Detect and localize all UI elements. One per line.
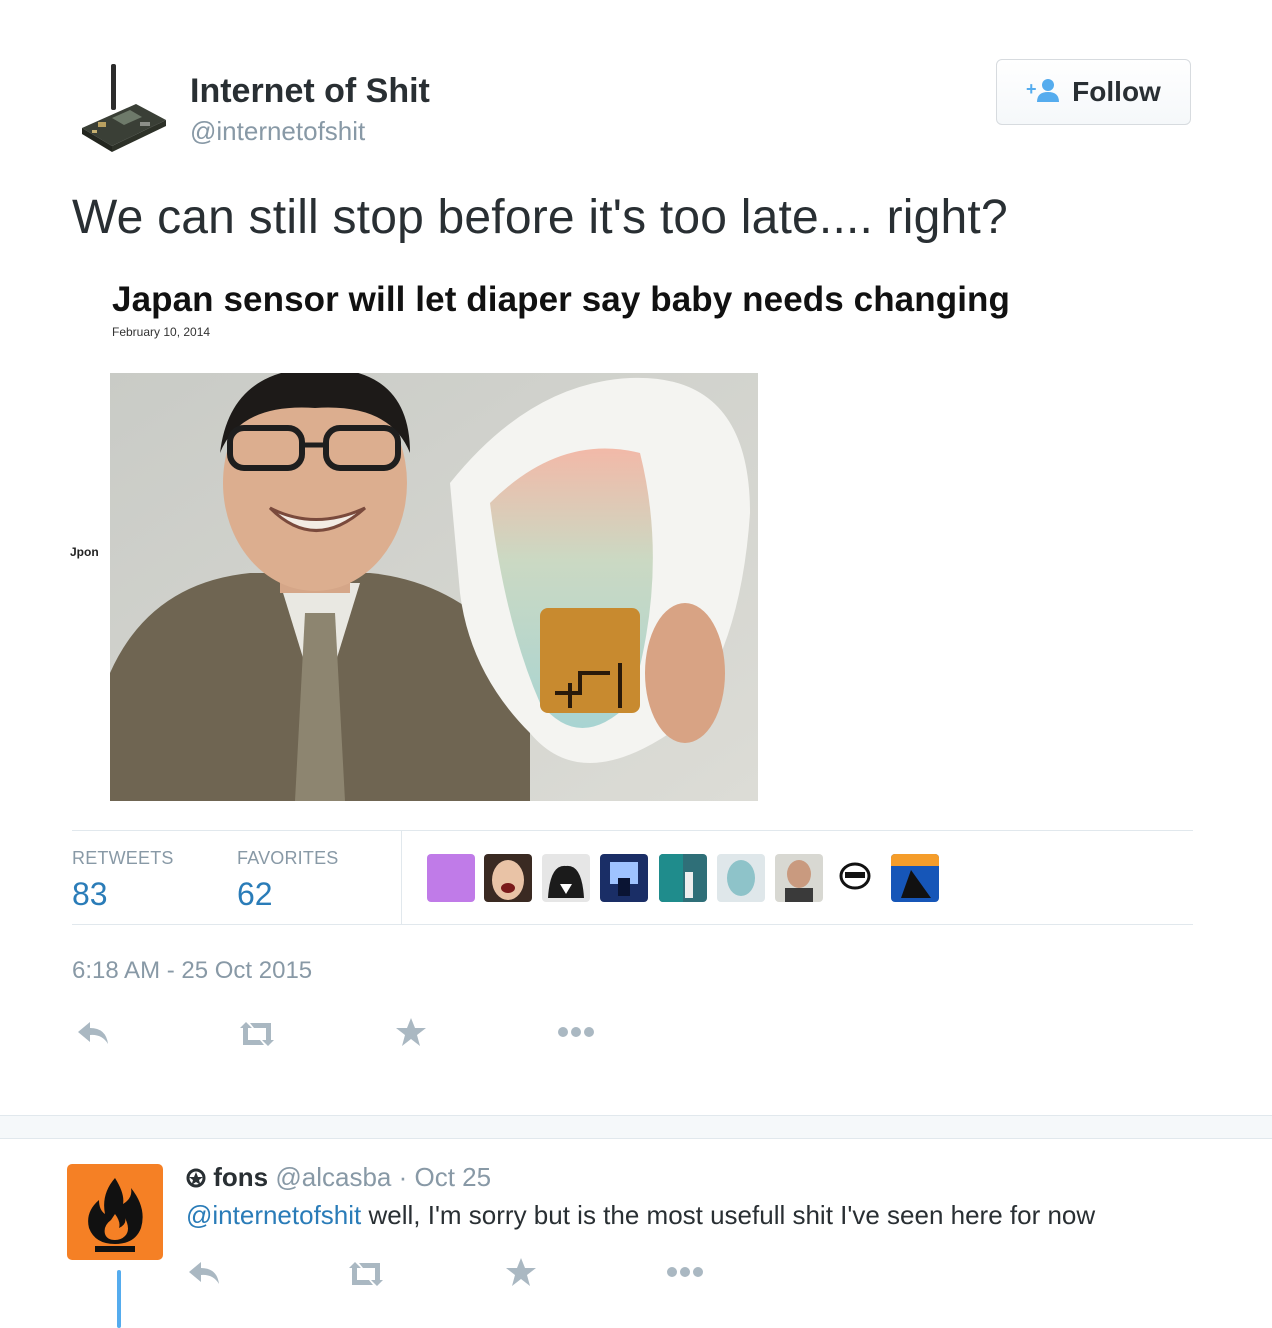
tweet-timestamp[interactable]: 6:18 AM - 25 Oct 2015 bbox=[72, 957, 312, 985]
retweet-button[interactable] bbox=[236, 1020, 278, 1053]
retweet-icon bbox=[345, 1262, 387, 1292]
reply-date[interactable]: Oct 25 bbox=[414, 1162, 491, 1192]
favorite-button[interactable] bbox=[395, 1016, 427, 1053]
favoriter-avatar[interactable] bbox=[427, 854, 475, 902]
reply-more-button[interactable] bbox=[665, 1264, 705, 1285]
favorites-count[interactable]: 62 bbox=[237, 876, 273, 913]
retweets-label[interactable]: RETWEETS bbox=[72, 848, 174, 869]
reply-header: fons @alcasba · Oct 25 bbox=[186, 1162, 491, 1193]
favorites-label[interactable]: FAVORITES bbox=[237, 848, 339, 869]
reply-favorite-button[interactable] bbox=[505, 1256, 537, 1293]
author-avatar[interactable] bbox=[78, 60, 168, 160]
stats-divider-vertical bbox=[401, 831, 402, 924]
favoriter-avatar[interactable] bbox=[484, 854, 532, 902]
reply-reply-button[interactable] bbox=[187, 1258, 221, 1291]
favoriter-avatar[interactable] bbox=[542, 854, 590, 902]
follow-button[interactable]: + Follow bbox=[996, 59, 1191, 125]
favoriter-avatar[interactable] bbox=[775, 854, 823, 902]
reply-mention-link[interactable]: @internetofshit bbox=[186, 1200, 361, 1230]
favoriter-avatar[interactable] bbox=[833, 854, 881, 902]
article-side-label: Jpon bbox=[70, 545, 99, 559]
favoriter-avatar[interactable] bbox=[717, 854, 765, 902]
more-button[interactable] bbox=[556, 1024, 596, 1045]
follow-label: Follow bbox=[1072, 76, 1161, 107]
author-handle[interactable]: @internetofshit bbox=[190, 116, 365, 147]
tweet-photo[interactable] bbox=[110, 373, 758, 801]
svg-text:+: + bbox=[1026, 79, 1037, 99]
more-icon bbox=[556, 1027, 596, 1044]
author-name[interactable]: Internet of Shit bbox=[190, 72, 430, 111]
reply-retweet-button[interactable] bbox=[345, 1260, 387, 1293]
reply-author-handle[interactable]: @alcasba bbox=[275, 1162, 391, 1192]
reply-body: well, I'm sorry but is the most usefull … bbox=[361, 1200, 1096, 1230]
thread-line bbox=[117, 1270, 121, 1328]
favorite-icon bbox=[395, 1018, 427, 1052]
follow-person-icon: + bbox=[1026, 77, 1062, 108]
stats-divider-bottom bbox=[72, 924, 1193, 925]
reply-icon bbox=[76, 1022, 110, 1050]
reply-avatar[interactable] bbox=[67, 1164, 163, 1260]
verified-icon bbox=[186, 1162, 213, 1192]
reply-icon bbox=[187, 1262, 221, 1290]
article-date: February 10, 2014 bbox=[112, 325, 211, 339]
reply-author-name[interactable]: fons bbox=[213, 1162, 268, 1192]
retweet-icon bbox=[236, 1022, 278, 1052]
reply-text: @internetofshit well, I'm sorry but is t… bbox=[186, 1200, 1095, 1231]
tweet-text: We can still stop before it's too late..… bbox=[72, 191, 1008, 244]
favoriter-avatar[interactable] bbox=[891, 854, 939, 902]
more-icon bbox=[665, 1267, 705, 1284]
stats-divider-top bbox=[72, 830, 1193, 831]
reply-button[interactable] bbox=[76, 1018, 110, 1051]
favorite-icon bbox=[505, 1258, 537, 1292]
retweets-count[interactable]: 83 bbox=[72, 876, 108, 913]
favoriter-avatar[interactable] bbox=[659, 854, 707, 902]
favoriter-avatar[interactable] bbox=[600, 854, 648, 902]
article-headline: Japan sensor will let diaper say baby ne… bbox=[112, 280, 1010, 319]
fire-icon bbox=[67, 1178, 163, 1264]
conversation-separator bbox=[0, 1115, 1272, 1139]
